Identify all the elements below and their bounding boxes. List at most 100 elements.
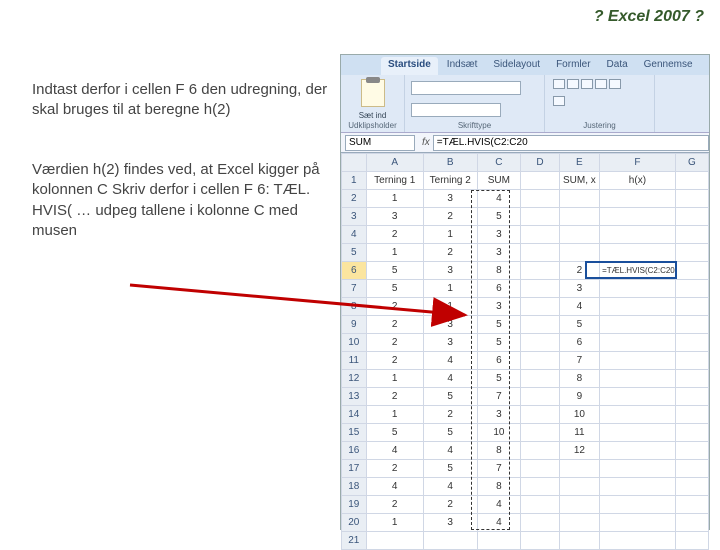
col-header-E[interactable]: E [559, 154, 599, 172]
row-header-15[interactable]: 15 [342, 424, 367, 442]
cell-B14[interactable]: 2 [423, 406, 477, 424]
name-box[interactable]: SUM [345, 135, 415, 151]
cell-B9[interactable]: 3 [423, 316, 477, 334]
cell-C18[interactable]: 8 [477, 478, 521, 496]
cell-A21[interactable] [366, 532, 423, 550]
cell-C17[interactable]: 7 [477, 460, 521, 478]
cell-C13[interactable]: 7 [477, 388, 521, 406]
cell-E9[interactable]: 5 [559, 316, 599, 334]
cell-G2[interactable] [675, 190, 708, 208]
cell-C3[interactable]: 5 [477, 208, 521, 226]
cell-G14[interactable] [675, 406, 708, 424]
row-header-12[interactable]: 12 [342, 370, 367, 388]
cell-B17[interactable]: 5 [423, 460, 477, 478]
col-header-D[interactable]: D [521, 154, 560, 172]
cell-B3[interactable]: 2 [423, 208, 477, 226]
cell-A15[interactable]: 5 [366, 424, 423, 442]
cell-E8[interactable]: 4 [559, 298, 599, 316]
cell-B4[interactable]: 1 [423, 226, 477, 244]
cell-D13[interactable] [521, 388, 560, 406]
cell-G9[interactable] [675, 316, 708, 334]
cell-A17[interactable]: 2 [366, 460, 423, 478]
cell-G18[interactable] [675, 478, 708, 496]
cell-C16[interactable]: 8 [477, 442, 521, 460]
row-header-8[interactable]: 8 [342, 298, 367, 316]
tab-gennemse[interactable]: Gennemse [637, 57, 700, 75]
cell-C6[interactable]: 8 [477, 262, 521, 280]
cell-G5[interactable] [675, 244, 708, 262]
cell-G8[interactable] [675, 298, 708, 316]
cell-E18[interactable] [559, 478, 599, 496]
tab-data[interactable]: Data [600, 57, 635, 75]
cell-B2[interactable]: 3 [423, 190, 477, 208]
formula-input[interactable]: =TÆL.HVIS(C2:C20 [433, 135, 709, 151]
cell-C21[interactable] [477, 532, 521, 550]
cell-F3[interactable] [600, 208, 676, 226]
row-header-6[interactable]: 6 [342, 262, 367, 280]
cell-C19[interactable]: 4 [477, 496, 521, 514]
cell-F9[interactable] [600, 316, 676, 334]
cell-F6[interactable]: =TÆL.HVIS(C2:C20 [600, 262, 676, 280]
row-header-16[interactable]: 16 [342, 442, 367, 460]
cell-D14[interactable] [521, 406, 560, 424]
cell-G4[interactable] [675, 226, 708, 244]
row-header-3[interactable]: 3 [342, 208, 367, 226]
cell-B12[interactable]: 4 [423, 370, 477, 388]
cell-E1[interactable]: SUM, x [559, 172, 599, 190]
cell-A19[interactable]: 2 [366, 496, 423, 514]
alignment-buttons[interactable] [551, 77, 631, 113]
cell-A10[interactable]: 2 [366, 334, 423, 352]
cell-D10[interactable] [521, 334, 560, 352]
cell-F10[interactable] [600, 334, 676, 352]
cell-D3[interactable] [521, 208, 560, 226]
cell-B13[interactable]: 5 [423, 388, 477, 406]
cell-C5[interactable]: 3 [477, 244, 521, 262]
cell-C1[interactable]: SUM [477, 172, 521, 190]
cell-A14[interactable]: 1 [366, 406, 423, 424]
cell-D16[interactable] [521, 442, 560, 460]
cell-B5[interactable]: 2 [423, 244, 477, 262]
cell-G7[interactable] [675, 280, 708, 298]
cell-B19[interactable]: 2 [423, 496, 477, 514]
cell-G12[interactable] [675, 370, 708, 388]
cell-F17[interactable] [600, 460, 676, 478]
cell-E5[interactable] [559, 244, 599, 262]
cell-B21[interactable] [423, 532, 477, 550]
row-header-18[interactable]: 18 [342, 478, 367, 496]
row-header-7[interactable]: 7 [342, 280, 367, 298]
cell-G3[interactable] [675, 208, 708, 226]
cell-B11[interactable]: 4 [423, 352, 477, 370]
row-header-17[interactable]: 17 [342, 460, 367, 478]
cell-D19[interactable] [521, 496, 560, 514]
row-header-2[interactable]: 2 [342, 190, 367, 208]
cell-G11[interactable] [675, 352, 708, 370]
cell-C20[interactable]: 4 [477, 514, 521, 532]
cell-F21[interactable] [600, 532, 676, 550]
cell-G21[interactable] [675, 532, 708, 550]
row-header-13[interactable]: 13 [342, 388, 367, 406]
cell-D4[interactable] [521, 226, 560, 244]
cell-A2[interactable]: 1 [366, 190, 423, 208]
cell-C7[interactable]: 6 [477, 280, 521, 298]
cell-E17[interactable] [559, 460, 599, 478]
cell-A13[interactable]: 2 [366, 388, 423, 406]
cell-A1[interactable]: Terning 1 [366, 172, 423, 190]
cell-E4[interactable] [559, 226, 599, 244]
cell-F8[interactable] [600, 298, 676, 316]
cell-A20[interactable]: 1 [366, 514, 423, 532]
tab-indsaet[interactable]: Indsæt [440, 57, 485, 75]
cell-C15[interactable]: 10 [477, 424, 521, 442]
cell-G1[interactable] [675, 172, 708, 190]
cell-A3[interactable]: 3 [366, 208, 423, 226]
cell-F12[interactable] [600, 370, 676, 388]
cell-D20[interactable] [521, 514, 560, 532]
cell-E6[interactable]: 2 [559, 262, 599, 280]
cell-G10[interactable] [675, 334, 708, 352]
cell-F15[interactable] [600, 424, 676, 442]
cell-A9[interactable]: 2 [366, 316, 423, 334]
row-header-20[interactable]: 20 [342, 514, 367, 532]
cell-F5[interactable] [600, 244, 676, 262]
cell-F20[interactable] [600, 514, 676, 532]
cell-G16[interactable] [675, 442, 708, 460]
cell-A16[interactable]: 4 [366, 442, 423, 460]
